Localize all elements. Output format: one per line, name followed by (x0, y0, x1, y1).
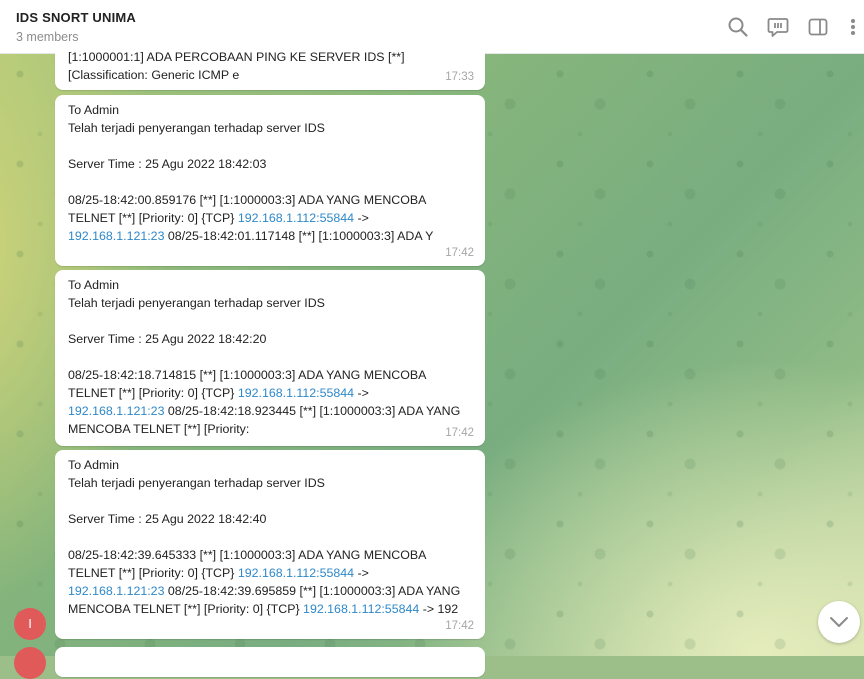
chevron-down-icon (830, 617, 848, 627)
search-icon[interactable] (726, 15, 750, 39)
avatar[interactable] (14, 647, 46, 679)
ip-link[interactable]: 192.168.1.121:23 (68, 404, 164, 418)
message-bubble[interactable]: To Admin Telah terjadi penyerangan terha… (55, 95, 485, 266)
message-recipient: To Admin (68, 458, 119, 472)
log-line: TELNET [**] [Priority: 0] {TCP} 192.168.… (68, 386, 369, 400)
log-line: 192.168.1.121:23 08/25-18:42:39.695859 [… (68, 584, 461, 598)
message-recipient: To Admin (68, 278, 119, 292)
server-time: Server Time : 25 Agu 2022 18:42:03 (68, 157, 267, 171)
log-line: TELNET [**] [Priority: 0] {TCP} 192.168.… (68, 211, 369, 225)
ip-link[interactable]: 192.168.1.121:23 (68, 584, 164, 598)
message-bubble[interactable] (55, 647, 485, 677)
message-bubble[interactable]: [1:1000001:1] ADA PERCOBAAN PING KE SERV… (55, 44, 485, 90)
scroll-down-button[interactable] (818, 601, 860, 643)
log-line: 08/25-18:42:00.859176 [**] [1:1000003:3]… (68, 193, 427, 207)
more-icon[interactable] (841, 15, 861, 39)
ip-link[interactable]: 192.168.1.121:23 (68, 229, 164, 243)
chat-title[interactable]: IDS SNORT UNIMA (16, 10, 136, 25)
topic-icon[interactable] (766, 15, 790, 39)
log-line: 08/25-18:42:39.645333 [**] [1:1000003:3]… (68, 548, 427, 562)
log-line: 192.168.1.121:23 08/25-18:42:01.117148 [… (68, 229, 434, 243)
message-bubble[interactable]: To Admin Telah terjadi penyerangan terha… (55, 450, 485, 639)
sidebar-icon[interactable] (806, 15, 830, 39)
message-time: 17:42 (445, 247, 474, 259)
log-line: MENCOBA TELNET [**] [Priority: (68, 422, 250, 436)
log-line: 08/25-18:42:18.714815 [**] [1:1000003:3]… (68, 368, 427, 382)
ip-link[interactable]: 192.168.1.112:55844 (238, 211, 354, 225)
message-time: 17:42 (445, 427, 474, 439)
log-line: TELNET [**] [Priority: 0] {TCP} 192.168.… (68, 566, 369, 580)
ip-link[interactable]: 192.168.1.112:55844 (238, 566, 354, 580)
log-line: MENCOBA TELNET [**] [Priority: 0] {TCP} … (68, 602, 459, 616)
ip-link[interactable]: 192.168.1.112:55844 (238, 386, 354, 400)
message-line: [1:1000001:1] ADA PERCOBAAN PING KE SERV… (68, 50, 405, 64)
log-line: 192.168.1.121:23 08/25-18:42:18.923445 [… (68, 404, 461, 418)
message-time: 17:33 (445, 71, 474, 83)
message-headline: Telah terjadi penyerangan terhadap serve… (68, 296, 325, 310)
avatar[interactable]: I (14, 608, 46, 640)
message-time: 17:42 (445, 620, 474, 632)
ip-link[interactable]: 192.168.1.112:55844 (303, 602, 419, 616)
message-headline: Telah terjadi penyerangan terhadap serve… (68, 476, 325, 490)
server-time: Server Time : 25 Agu 2022 18:42:20 (68, 332, 267, 346)
message-headline: Telah terjadi penyerangan terhadap serve… (68, 121, 325, 135)
message-bubble[interactable]: To Admin Telah terjadi penyerangan terha… (55, 270, 485, 446)
server-time: Server Time : 25 Agu 2022 18:42:40 (68, 512, 267, 526)
message-recipient: To Admin (68, 103, 119, 117)
member-count[interactable]: 3 members (16, 30, 79, 44)
message-line: [Classification: Generic ICMP e (68, 68, 240, 82)
